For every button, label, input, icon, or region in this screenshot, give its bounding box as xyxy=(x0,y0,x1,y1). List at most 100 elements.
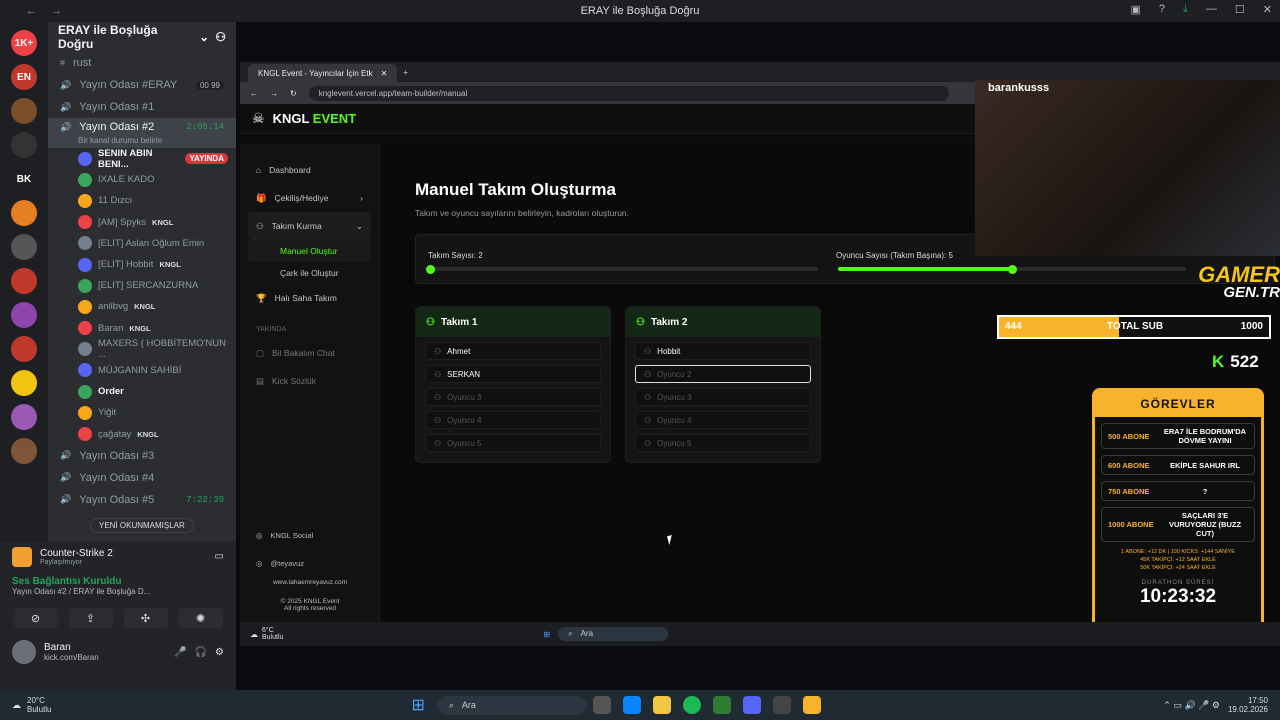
voice-user[interactable]: Baran KNGL xyxy=(48,318,236,339)
mic-icon[interactable]: 🎤 xyxy=(174,647,186,658)
soundboard-button[interactable]: ✺ xyxy=(178,608,223,628)
server-header[interactable]: ERAY ile Boşluğa Doğru ⌄ ⚇ xyxy=(48,22,236,52)
download-icon[interactable]: ⤓ xyxy=(1183,3,1188,16)
screen-share-icon[interactable]: ▭ xyxy=(215,551,224,562)
nav-wheel[interactable]: Çark ile Oluştur xyxy=(240,262,379,284)
server-icon[interactable] xyxy=(11,234,37,260)
url-bar[interactable]: knglevent.vercel.app/team-builder/manual xyxy=(308,85,949,101)
new-unread-pill[interactable]: YENİ OKUNMAMIŞLAR xyxy=(90,518,194,533)
system-tray-icons[interactable]: ⌃ ▭ 🔊 🎤 ⚙ xyxy=(1163,700,1220,711)
avatar[interactable] xyxy=(12,640,36,664)
player-input[interactable]: ⚇ Hobbit xyxy=(635,342,811,360)
user-tag: KNGL xyxy=(159,260,181,270)
voice-channel[interactable]: 🔊 Yayın Odası #3 xyxy=(48,445,236,467)
voice-channel[interactable]: 🔊 Yayın Odası #4 xyxy=(48,467,236,489)
player-input[interactable]: ⚇ Oyuncu 4 xyxy=(635,411,811,429)
app-logo[interactable]: KNGL EVENT xyxy=(273,111,357,126)
server-icon[interactable] xyxy=(11,404,37,430)
avatar xyxy=(78,215,92,230)
player-input[interactable]: ⚇ Oyuncu 4 xyxy=(425,411,601,429)
voice-user[interactable]: IXALE KADO xyxy=(48,169,236,190)
player-count-slider[interactable] xyxy=(838,264,1186,274)
minimize-button[interactable]: — xyxy=(1206,3,1217,16)
voice-user[interactable]: MÜJGANIN SAHİBİ xyxy=(48,360,236,381)
team-count-slider[interactable] xyxy=(426,264,818,274)
windows-start-icon[interactable]: ⊞ xyxy=(411,695,424,715)
server-icon[interactable] xyxy=(11,370,37,396)
help-icon[interactable]: ? xyxy=(1159,3,1165,16)
browser-tab[interactable]: KNGL Event - Yayıncılar İçin Etk ✕ xyxy=(248,64,398,82)
server-icon[interactable] xyxy=(11,132,37,158)
player-input[interactable]: ⚇ Ahmet xyxy=(425,342,601,360)
new-tab-icon[interactable]: + xyxy=(403,68,408,77)
voice-user[interactable]: 11 Dızcı xyxy=(48,190,236,211)
server-icon[interactable]: BK xyxy=(11,166,37,192)
server-icon[interactable] xyxy=(11,98,37,124)
inner-search[interactable]: ⌕ Ara xyxy=(558,627,669,641)
search-box[interactable]: ⌕ Ara xyxy=(436,695,587,715)
server-icon[interactable] xyxy=(11,336,37,362)
nav-giveaway[interactable]: 🎁 Çekiliş/Hediye › xyxy=(240,184,379,212)
server-icon[interactable]: 1K+ xyxy=(11,30,37,56)
voice-user[interactable]: [ELIT] Hobbit KNGL xyxy=(48,254,236,275)
nav-dashboard[interactable]: ⌂ Dashboard xyxy=(240,156,379,184)
app-icon[interactable] xyxy=(802,696,821,714)
insta-link[interactable]: ◎ @teyavuz xyxy=(240,549,380,577)
server-icon[interactable] xyxy=(11,438,37,464)
forward-icon[interactable]: → xyxy=(270,89,278,98)
voice-user[interactable]: [AM] Spyks KNGL xyxy=(48,212,236,233)
team-count-knob[interactable] xyxy=(426,264,435,274)
social-link[interactable]: ◎ KNGL Social xyxy=(240,521,380,549)
player-input[interactable]: ⚇ SERKAN xyxy=(425,365,601,383)
maximize-button[interactable]: ☐ xyxy=(1235,3,1245,16)
folder-icon[interactable] xyxy=(652,696,671,714)
voice-user[interactable]: [ELIT] SERCANZURNA xyxy=(48,275,236,296)
voice-user[interactable]: Order xyxy=(48,381,236,402)
nav-team[interactable]: ⚇ Takım Kurma ⌄ xyxy=(248,212,371,240)
close-tab-icon[interactable]: ✕ xyxy=(381,69,388,78)
camera-off-button[interactable]: ⊘ xyxy=(13,608,58,628)
headphones-icon[interactable]: 🎧 xyxy=(195,647,207,658)
player-input[interactable]: ⚇ Oyuncu 5 xyxy=(635,434,811,452)
voice-channel[interactable]: 🔊 Yayın Odası #5 7:22:39 xyxy=(48,489,236,511)
spotify-icon[interactable] xyxy=(682,696,701,714)
voice-user[interactable]: anilbvg KNGL xyxy=(48,296,236,317)
player-count-knob[interactable] xyxy=(1008,264,1017,274)
voice-channel[interactable]: # rust xyxy=(48,52,236,74)
voice-channel[interactable]: 🔊 Yayın Odası #1 xyxy=(48,96,236,118)
player-input[interactable]: ⚇ Oyuncu 3 xyxy=(635,388,811,406)
user-icon: ⚇ xyxy=(434,346,442,356)
reload-icon[interactable]: ↻ xyxy=(290,89,297,98)
voice-user[interactable]: MAXERS ( HOBBİTEMO'NUN ... xyxy=(48,338,236,360)
player-input[interactable]: ⚇ Oyuncu 3 xyxy=(425,388,601,406)
back-icon[interactable]: ← xyxy=(250,89,258,98)
edge-icon[interactable] xyxy=(622,696,641,714)
app-icon[interactable] xyxy=(772,696,791,714)
close-button[interactable]: ✕ xyxy=(1263,3,1272,16)
add-member-icon[interactable]: ⚇ xyxy=(215,30,226,44)
windows-icon[interactable]: ⊞ xyxy=(543,630,550,639)
server-icon[interactable] xyxy=(11,302,37,328)
settings-gear-icon[interactable]: ⚙ xyxy=(215,647,224,658)
voice-user[interactable]: [ELIT] Aslan Oğlum Emin xyxy=(48,233,236,254)
server-icon[interactable] xyxy=(11,200,37,226)
nav-manual[interactable]: Manuel Oluştur xyxy=(248,240,371,262)
activities-button[interactable]: ✣ xyxy=(123,608,168,628)
player-input[interactable]: ⚇ Oyuncu 2 xyxy=(635,365,811,383)
player-input[interactable]: ⚇ Oyuncu 5 xyxy=(425,434,601,452)
voice-channel[interactable]: 🔊 Yayın Odası #ERAY 00 99 xyxy=(48,74,236,96)
inbox-icon[interactable]: ▣ xyxy=(1131,3,1141,16)
server-icon[interactable]: EN xyxy=(11,64,37,90)
voice-channel[interactable]: 🔊 Yayın Odası #2 2:05:14 xyxy=(48,118,236,136)
discord-icon[interactable] xyxy=(742,696,761,714)
voice-user[interactable]: Yiğit xyxy=(48,402,236,423)
task-view-icon[interactable] xyxy=(592,696,611,714)
server-icon[interactable] xyxy=(11,268,37,294)
nav-pitch[interactable]: 🏆 Halı Saha Takım xyxy=(240,284,379,312)
voice-user[interactable]: çağatay KNGL xyxy=(48,423,236,444)
app-icon[interactable] xyxy=(712,696,731,714)
site-link[interactable]: www.tahaemreyavuz.com xyxy=(240,579,380,586)
screen-share-button[interactable]: ⇪ xyxy=(68,608,113,628)
speaker-icon: 🔊 xyxy=(60,101,72,112)
voice-user[interactable]: SENIN ABIN BENI... YAYINDA xyxy=(48,148,236,170)
